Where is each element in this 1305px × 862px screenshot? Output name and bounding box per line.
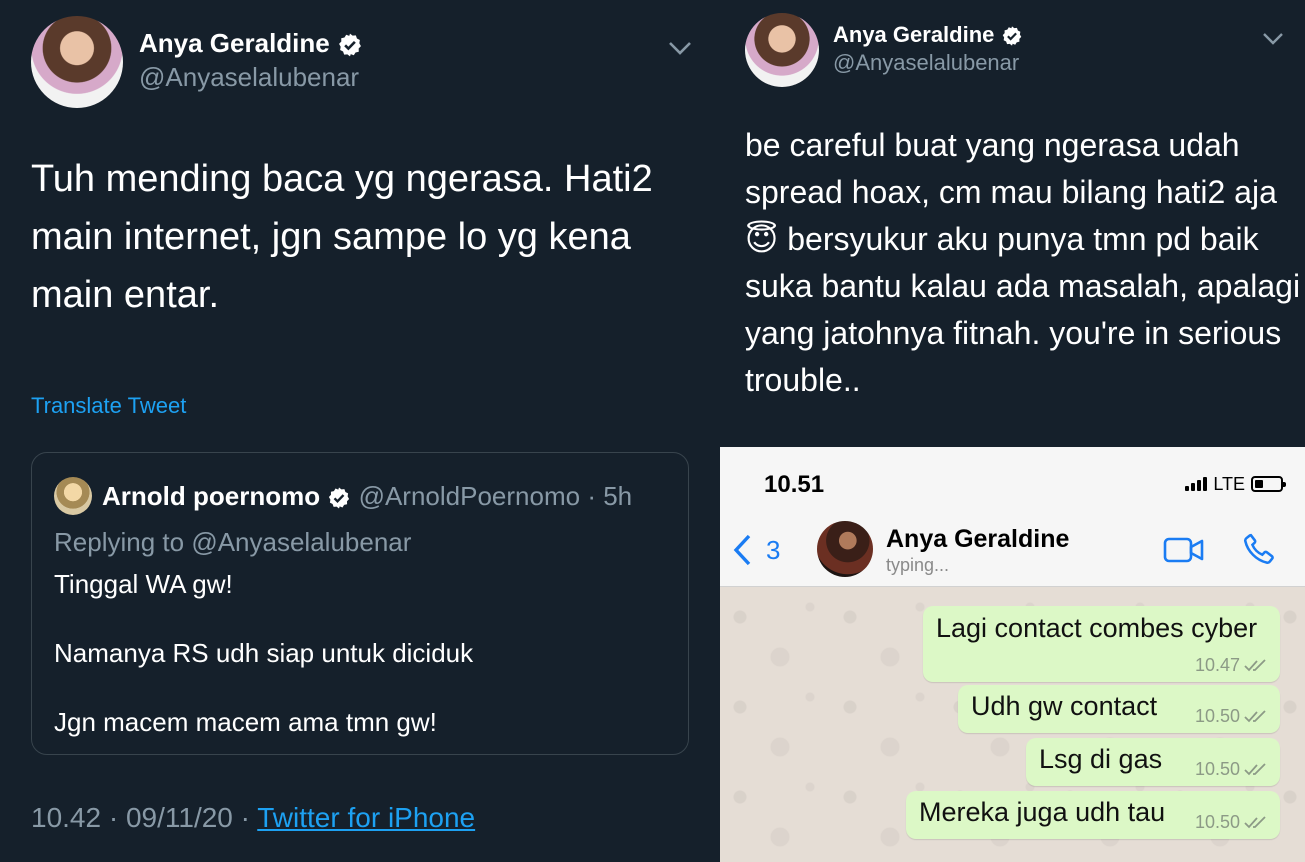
tweet-text-line: suka bantu kalau ada masalah, apalagi	[745, 268, 1301, 304]
back-button[interactable]: 3	[732, 533, 780, 567]
whatsapp-screenshot: 10.51 LTE 3 Anya Geraldine typing... Lag…	[720, 447, 1305, 862]
quoted-author-handle: @ArnoldPoernomo	[358, 481, 581, 511]
tweet-text-line: trouble..	[745, 362, 861, 398]
phone-call-icon[interactable]	[1241, 531, 1277, 567]
tweet-timestamp: 10.42 · 09/11/20 ·	[31, 802, 250, 833]
contact-avatar[interactable]	[817, 521, 873, 577]
contact-name[interactable]: Anya Geraldine	[886, 525, 1069, 554]
tweet-text: Tuh mending baca yg ngerasa. Hati2 main …	[31, 158, 653, 316]
verified-badge-icon	[329, 487, 350, 509]
message-bubble[interactable]: Mereka juga udh tau 10.50	[906, 791, 1280, 839]
author-handle[interactable]: @Anyaselalubenar	[833, 50, 1019, 76]
tweet-footer: 10.42 · 09/11/20 · Twitter for iPhone	[31, 802, 475, 834]
author-name[interactable]: Anya Geraldine	[833, 22, 1023, 48]
author-name-text: Anya Geraldine	[139, 28, 330, 58]
message-bubble[interactable]: Lagi contact combes cyber 10.47	[923, 606, 1280, 682]
network-label: LTE	[1213, 473, 1245, 494]
replying-to: Replying to @Anyaselalubenar	[54, 527, 411, 558]
message-text: Lagi contact combes cyber	[936, 613, 1258, 643]
author-avatar[interactable]	[31, 16, 123, 108]
tweet-source-link[interactable]: Twitter for iPhone	[257, 802, 475, 833]
chevron-down-icon[interactable]	[1261, 30, 1285, 48]
tweet-text: be careful buat yang ngerasa udah spread…	[745, 122, 1300, 404]
whatsapp-header: 10.51 LTE 3 Anya Geraldine typing...	[720, 447, 1305, 587]
tweet-text-line: be careful buat yang ngerasa udah	[745, 127, 1240, 163]
quoted-separator: ·	[587, 481, 596, 511]
quoted-age: 5h	[603, 481, 633, 511]
quoted-text-line: Tinggal WA gw!	[54, 569, 233, 599]
author-name[interactable]: Anya Geraldine	[139, 28, 363, 59]
replying-handle: @Anyaselalubenar	[191, 527, 412, 557]
message-time: 10.50	[1194, 759, 1240, 779]
author-avatar[interactable]	[745, 13, 819, 87]
message-time: 10.50	[1194, 812, 1240, 832]
quoted-text-line: Jgn macem macem ama tmn gw!	[54, 707, 437, 737]
left-tweet: Anya Geraldine @Anyaselalubenar Tuh mend…	[0, 0, 718, 862]
message-meta: 10.50	[1195, 706, 1268, 727]
double-check-icon	[1244, 658, 1266, 671]
verified-badge-icon	[339, 33, 361, 57]
battery-icon	[1251, 476, 1286, 492]
chevron-left-icon	[733, 534, 751, 566]
message-bubble[interactable]: Lsg di gas 10.50	[1026, 738, 1280, 786]
message-meta: 10.50	[1195, 812, 1268, 833]
message-meta: 10.50	[1195, 759, 1268, 780]
translate-tweet-link[interactable]: Translate Tweet	[31, 393, 186, 419]
message-text: Udh gw contact	[971, 691, 1158, 721]
contact-status: typing...	[886, 555, 950, 575]
status-bar-indicators: LTE	[1185, 473, 1286, 494]
video-call-icon[interactable]	[1163, 535, 1205, 565]
message-text: Lsg di gas	[1039, 744, 1163, 774]
message-time: 10.47	[1194, 655, 1240, 675]
message-text: Mereka juga udh tau	[919, 797, 1166, 827]
double-check-icon	[1244, 815, 1266, 828]
tweet-text-line: spread hoax, cm mau bilang hati2 aja	[745, 174, 1277, 210]
verified-badge-icon	[1002, 26, 1021, 46]
author-name-text: Anya Geraldine	[833, 22, 995, 47]
quoted-tweet[interactable]: Arnold poernomo @ArnoldPoernomo · 5h Rep…	[31, 452, 689, 755]
status-bar-time: 10.51	[764, 471, 825, 498]
replying-label: Replying to	[54, 527, 185, 557]
right-tweet: Anya Geraldine @Anyaselalubenar be caref…	[718, 0, 1305, 447]
tweet-text-line: 😇 bersyukur aku punya tmn pd baik	[745, 221, 1259, 257]
quoted-header: Arnold poernomo @ArnoldPoernomo · 5h	[102, 481, 632, 512]
message-meta: 10.47	[1195, 655, 1268, 676]
message-time: 10.50	[1194, 706, 1240, 726]
message-bubble[interactable]: Udh gw contact 10.50	[958, 685, 1280, 733]
double-check-icon	[1244, 762, 1266, 775]
double-check-icon	[1244, 709, 1266, 722]
signal-icon	[1185, 477, 1208, 491]
tweet-text-line: yang jatohnya fitnah. you're in serious	[745, 315, 1282, 351]
back-count: 3	[766, 534, 781, 565]
chevron-down-icon[interactable]	[666, 38, 694, 58]
quoted-text-line: Namanya RS udh siap untuk diciduk	[54, 638, 474, 668]
author-handle[interactable]: @Anyaselalubenar	[139, 62, 359, 93]
quoted-author-name: Arnold poernomo	[102, 481, 321, 511]
quoted-author-avatar	[54, 477, 92, 515]
